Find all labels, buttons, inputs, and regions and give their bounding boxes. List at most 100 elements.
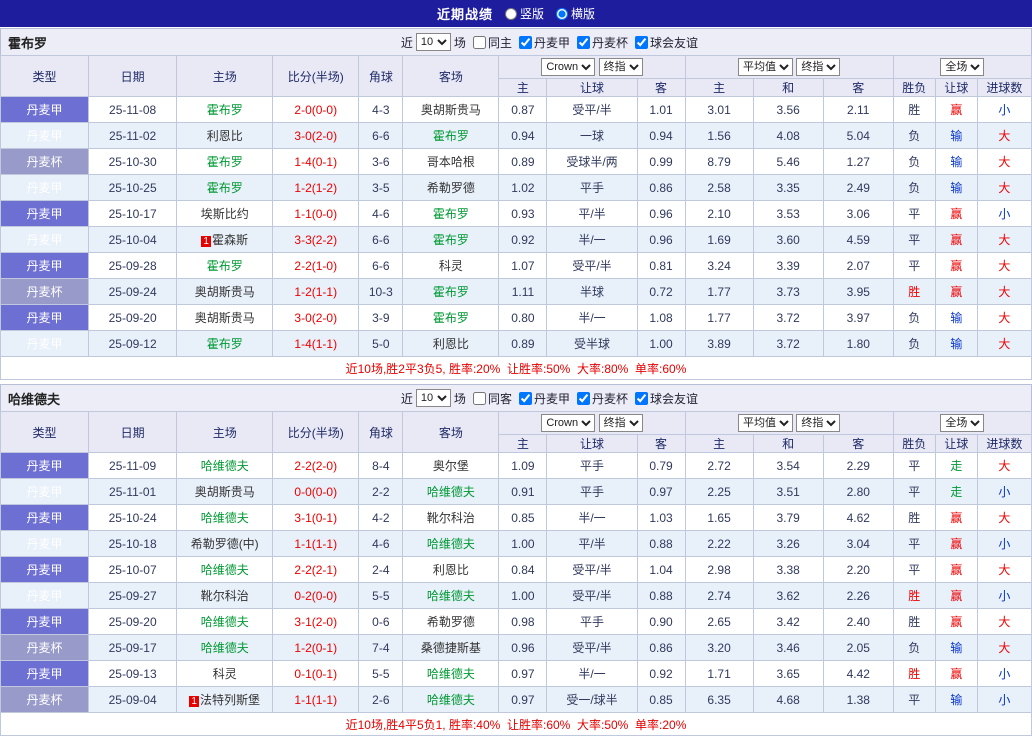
score-link[interactable]: 1-4(1-1): [294, 337, 337, 351]
euro-company-select[interactable]: 平均值: [738, 414, 794, 432]
comp-filter-cup[interactable]: 丹麦杯: [573, 34, 628, 51]
same-venue-filter[interactable]: 同客: [469, 390, 512, 407]
score-link[interactable]: 1-1(1-1): [294, 537, 337, 551]
comp-league-checkbox[interactable]: [518, 35, 532, 49]
home-team-link[interactable]: 哈维德夫: [201, 615, 249, 629]
score-link[interactable]: 2-2(2-1): [294, 563, 337, 577]
recent-label: 近: [400, 35, 413, 50]
score-link[interactable]: 1-1(1-1): [294, 693, 337, 707]
score-link[interactable]: 1-2(0-1): [294, 641, 337, 655]
home-team-link[interactable]: 利恩比: [207, 129, 243, 143]
comp-filter-friendly[interactable]: 球会友谊: [631, 390, 698, 407]
score-link[interactable]: 1-2(1-2): [294, 181, 337, 195]
home-team-link[interactable]: 哈维德夫: [201, 563, 249, 577]
score-link[interactable]: 3-1(0-1): [294, 511, 337, 525]
euro-time-select[interactable]: 终指: [796, 58, 841, 76]
odds-company-select[interactable]: Crown: [541, 58, 596, 76]
layout-radio-horizontal[interactable]: [556, 7, 568, 20]
home-team-link[interactable]: 霍布罗: [207, 259, 243, 273]
home-team-link[interactable]: 哈维德夫: [201, 459, 249, 473]
same-venue-filter[interactable]: 同主: [469, 34, 512, 51]
away-team-link[interactable]: 霍布罗: [433, 129, 469, 143]
same-venue-checkbox[interactable]: [472, 391, 486, 405]
home-team-link[interactable]: 霍布罗: [207, 181, 243, 195]
home-team-link[interactable]: 科灵: [213, 667, 237, 681]
home-team-link[interactable]: 奥胡斯贵马: [195, 285, 255, 299]
comp-cup-label: 丹麦杯: [591, 391, 628, 406]
home-team-link[interactable]: 霍布罗: [207, 155, 243, 169]
score-link[interactable]: 3-1(2-0): [294, 615, 337, 629]
home-team-link[interactable]: 奥胡斯贵马: [195, 311, 255, 325]
score-link[interactable]: 1-2(1-1): [294, 285, 337, 299]
comp-filter-cup[interactable]: 丹麦杯: [573, 390, 628, 407]
away-team-link[interactable]: 希勒罗德: [427, 615, 475, 629]
away-team-link[interactable]: 靴尔科治: [427, 511, 475, 525]
home-team-link[interactable]: 霍森斯: [212, 233, 248, 247]
score-link[interactable]: 3-3(2-2): [294, 233, 337, 247]
home-team-link[interactable]: 希勒罗德(中): [191, 537, 259, 551]
away-team-link[interactable]: 希勒罗德: [427, 181, 475, 195]
layout-option-horizontal[interactable]: 横版: [556, 5, 595, 22]
home-team-link[interactable]: 霍布罗: [207, 337, 243, 351]
away-team-link[interactable]: 科灵: [439, 259, 463, 273]
scope-select[interactable]: 全场: [940, 414, 985, 432]
away-team-link[interactable]: 霍布罗: [433, 311, 469, 325]
score-link[interactable]: 2-2(2-0): [294, 459, 337, 473]
home-team-link[interactable]: 奥胡斯贵马: [195, 485, 255, 499]
away-team-link[interactable]: 霍布罗: [433, 233, 469, 247]
odds-cell: 6.35: [684, 686, 754, 713]
away-team-link[interactable]: 霍布罗: [433, 285, 469, 299]
home-team-link[interactable]: 埃斯比约: [201, 207, 249, 221]
recent-count-select[interactable]: 10: [415, 389, 451, 407]
comp-filter-friendly[interactable]: 球会友谊: [631, 34, 698, 51]
home-team-link[interactable]: 法特列斯堡: [200, 693, 260, 707]
odds-cell: 2.65: [684, 608, 754, 635]
away-team-link[interactable]: 哥本哈根: [427, 155, 475, 169]
away-team-link[interactable]: 哈维德夫: [427, 693, 475, 707]
away-team-link[interactable]: 霍布罗: [433, 207, 469, 221]
odds-cell: 3.20: [684, 634, 754, 661]
comp-filter-league[interactable]: 丹麦甲: [515, 390, 570, 407]
score-link[interactable]: 3-0(2-0): [294, 129, 337, 143]
score-link[interactable]: 0-1(0-1): [294, 667, 337, 681]
score-link[interactable]: 0-2(0-0): [294, 589, 337, 603]
away-team-link[interactable]: 桑德捷斯基: [421, 641, 481, 655]
away-team-link[interactable]: 奥尔堡: [433, 459, 469, 473]
score-link[interactable]: 2-0(0-0): [294, 103, 337, 117]
odds-time-select[interactable]: 终指: [598, 58, 643, 76]
away-team-link[interactable]: 利恩比: [433, 337, 469, 351]
home-team-link[interactable]: 靴尔科治: [201, 589, 249, 603]
score-link[interactable]: 3-0(2-0): [294, 311, 337, 325]
score-link[interactable]: 0-0(0-0): [294, 485, 337, 499]
away-team-link[interactable]: 奥胡斯贵马: [421, 103, 481, 117]
odds-time-select[interactable]: 终指: [598, 414, 643, 432]
comp-friendly-checkbox[interactable]: [634, 35, 648, 49]
score-link[interactable]: 2-2(1-0): [294, 259, 337, 273]
comp-friendly-checkbox[interactable]: [634, 391, 648, 405]
comp-cup-checkbox[interactable]: [576, 391, 590, 405]
home-team-link[interactable]: 哈维德夫: [201, 641, 249, 655]
score-link[interactable]: 1-1(0-0): [294, 207, 337, 221]
away-team-link[interactable]: 哈维德夫: [427, 485, 475, 499]
away-team-link[interactable]: 哈维德夫: [427, 667, 475, 681]
scope-select[interactable]: 全场: [940, 58, 985, 76]
score-link[interactable]: 1-4(0-1): [294, 155, 337, 169]
comp-cup-checkbox[interactable]: [576, 35, 590, 49]
euro-company-select[interactable]: 平均值: [738, 58, 794, 76]
odds-cell: 3.97: [822, 304, 894, 331]
comp-league-checkbox[interactable]: [518, 391, 532, 405]
away-team-link[interactable]: 哈维德夫: [427, 537, 475, 551]
layout-option-vertical[interactable]: 竖版: [504, 5, 544, 22]
away-team-link[interactable]: 利恩比: [433, 563, 469, 577]
col-euro-away: 客: [822, 78, 894, 97]
odds-cell: 1.69: [684, 226, 754, 253]
same-venue-checkbox[interactable]: [472, 35, 486, 49]
comp-filter-league[interactable]: 丹麦甲: [515, 34, 570, 51]
odds-company-select[interactable]: Crown: [541, 414, 596, 432]
home-team-link[interactable]: 霍布罗: [207, 103, 243, 117]
home-team-link[interactable]: 哈维德夫: [201, 511, 249, 525]
layout-radio-vertical[interactable]: [504, 7, 517, 20]
euro-time-select[interactable]: 终指: [796, 414, 841, 432]
away-team-link[interactable]: 哈维德夫: [427, 589, 475, 603]
recent-count-select[interactable]: 10: [415, 33, 451, 51]
